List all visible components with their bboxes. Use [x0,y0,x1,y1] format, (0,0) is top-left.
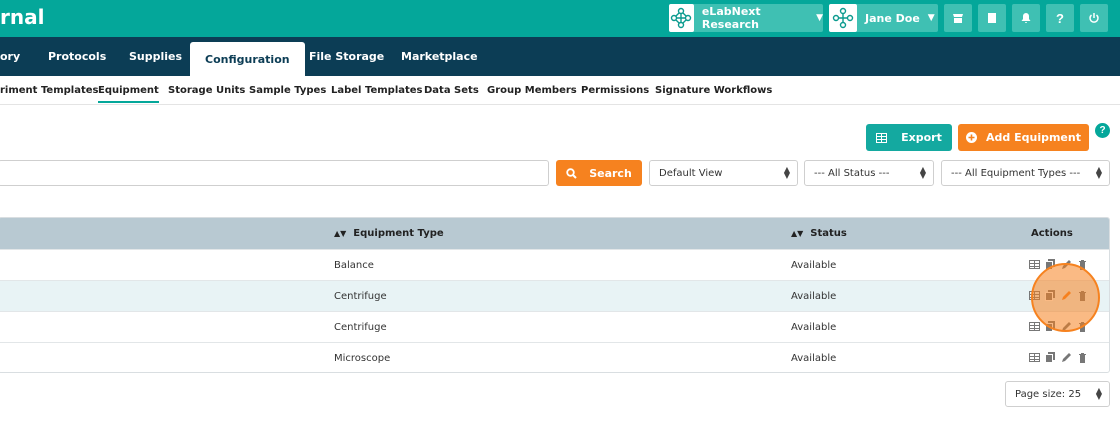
help-icon: ? [1056,10,1064,26]
equipment-table: ▲▼ Equipment Type ▲▼ Status Actions Bala… [0,217,1110,373]
column-status[interactable]: ▲▼ Status [791,228,847,239]
cell-status: Available [791,322,837,333]
sub-nav: riment Templates Equipment Storage Units… [0,76,1120,105]
cell-status: Available [791,260,837,271]
notifications-button[interactable] [1012,4,1040,32]
cell-status: Available [791,291,837,302]
table-row[interactable]: Centrifuge Available [0,311,1109,342]
org-label: eLabNext Research [701,5,761,31]
edit-icon[interactable] [1061,352,1072,363]
tab-file-storage[interactable]: File Storage [309,37,384,76]
table-icon[interactable] [1029,259,1040,270]
add-equipment-button[interactable]: Add Equipment [958,124,1089,151]
table-icon[interactable] [1029,352,1040,363]
subtab-signature-workflows[interactable]: Signature Workflows [655,85,772,96]
plus-circle-icon [966,132,978,143]
export-button[interactable]: Export [866,124,952,151]
subtab-label-templates[interactable]: Label Templates [331,85,423,96]
chevron-down-icon: ▼ [816,13,823,23]
user-dropdown[interactable]: Jane Doe ▼ [829,4,938,32]
cell-equipment-type: Centrifuge [334,291,387,302]
copy-icon[interactable] [1045,352,1056,363]
org-logo-icon [669,4,694,32]
tab-configuration[interactable]: Configuration [190,42,305,76]
column-equipment-type[interactable]: ▲▼ Equipment Type [334,228,444,239]
store-icon [953,14,963,23]
click-highlight [1031,263,1100,332]
row-actions [1029,352,1088,363]
subtab-permissions[interactable]: Permissions [581,85,649,96]
subtab-storage-units[interactable]: Storage Units [168,85,245,96]
table-icon [876,132,888,143]
export-label: Export [901,131,942,144]
view-select[interactable]: Default View ▲ ▼ [649,160,798,186]
status-select[interactable]: --- All Status --- ▲ ▼ [804,160,934,186]
table-row[interactable]: Balance Available [0,249,1109,280]
chevron-down-icon: ▼ [927,13,935,23]
search-input[interactable] [0,160,549,186]
sort-arrows-icon: ▲ ▼ [783,165,790,180]
equipment-type-select[interactable]: --- All Equipment Types --- ▲ ▼ [941,160,1110,186]
table-row[interactable]: Microscope Available [0,342,1109,372]
help-icon[interactable]: ? [1095,123,1110,138]
cell-equipment-type: Centrifuge [334,322,387,333]
page-size-select[interactable]: Page size: 25 ▲ ▼ [1005,381,1110,407]
subtab-experiment-templates[interactable]: riment Templates [0,85,99,96]
sort-icon: ▲▼ [791,229,804,238]
search-label: Search [589,166,632,180]
store-button[interactable] [944,4,972,32]
add-equipment-label: Add Equipment [986,131,1081,144]
tab-supplies[interactable]: Supplies [129,37,182,76]
search-button[interactable]: Search [556,160,642,186]
table-icon[interactable] [1029,321,1040,332]
book-button[interactable] [978,4,1006,32]
sort-arrows-icon: ▲ ▼ [1095,165,1102,180]
bell-icon [1021,13,1031,23]
cell-status: Available [791,353,837,364]
logout-button[interactable] [1080,4,1108,32]
tab-marketplace[interactable]: Marketplace [401,37,478,76]
help-button[interactable]: ? [1046,4,1074,32]
table-row[interactable]: Centrifuge Available [0,280,1109,311]
column-actions: Actions [1031,228,1073,239]
subtab-group-members[interactable]: Group Members [487,85,577,96]
trash-icon[interactable] [1077,352,1088,363]
app-title: rnal [0,5,45,29]
book-icon [988,13,996,23]
power-icon [1089,13,1099,23]
top-bar: rnal eLabNext Research ▼ Jane Doe ▼ ? [0,0,1120,37]
user-label: Jane Doe [865,11,920,25]
user-logo-icon [829,4,857,32]
search-icon [566,167,577,179]
cell-equipment-type: Balance [334,260,374,271]
subtab-equipment[interactable]: Equipment [98,85,159,103]
cell-equipment-type: Microscope [334,353,391,364]
subtab-data-sets[interactable]: Data Sets [424,85,479,96]
tab-inventory[interactable]: ory [0,37,20,76]
table-header: ▲▼ Equipment Type ▲▼ Status Actions [0,218,1109,249]
sort-arrows-icon: ▲ ▼ [919,165,926,180]
tab-protocols[interactable]: Protocols [48,37,106,76]
sort-icon: ▲▼ [334,229,347,238]
subtab-sample-types[interactable]: Sample Types [249,85,326,96]
sort-arrows-icon: ▲ ▼ [1095,386,1102,401]
org-dropdown[interactable]: eLabNext Research ▼ [669,4,823,32]
main-nav: ory Protocols Supplies Configuration Fil… [0,37,1120,76]
